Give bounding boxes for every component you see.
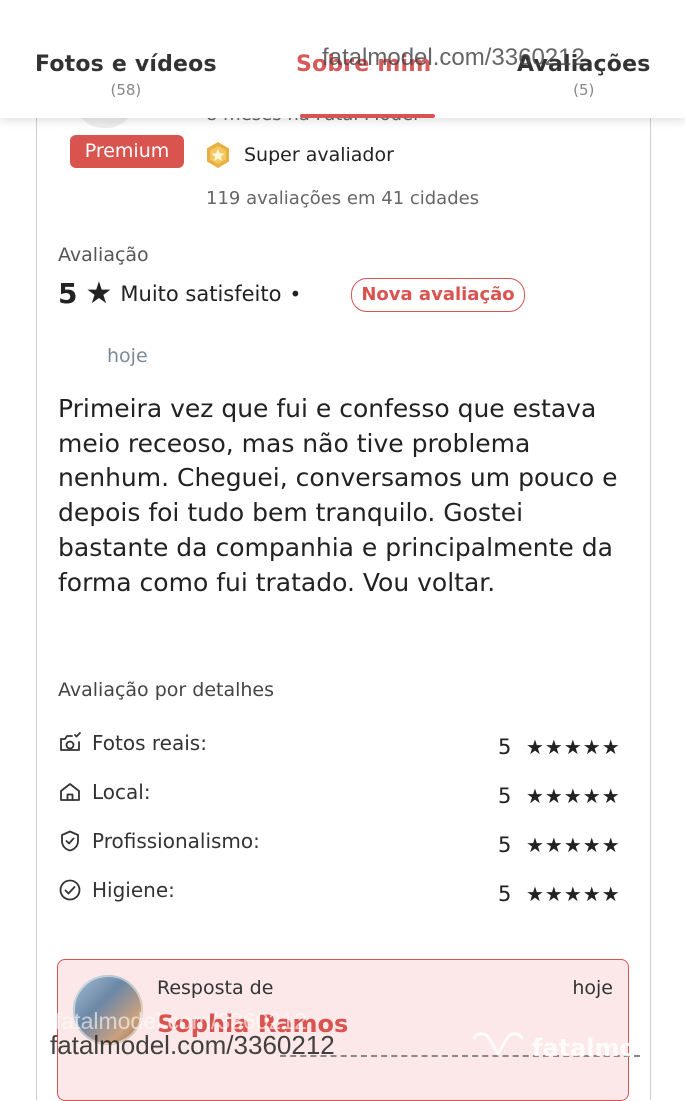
detail-label: Fotos reais: [92, 731, 207, 755]
medal-icon [204, 141, 232, 169]
active-tab-indicator [300, 114, 435, 118]
detail-label: Profissionalismo: [92, 829, 260, 853]
detail-score: 5 [498, 833, 512, 857]
tab-label: Fotos e vídeos [35, 52, 217, 77]
shield-check-icon [58, 829, 82, 853]
home-icon [58, 780, 82, 804]
check-circle-icon [58, 878, 82, 902]
super-reviewer-label: Super avaliador [244, 144, 394, 166]
reviewer-stats: 119 avaliações em 41 cidades [206, 188, 480, 209]
review-date: hoje [107, 345, 148, 367]
tab-label: Sobre mim [296, 52, 432, 77]
detail-stars: ★★★★★ [526, 882, 621, 906]
tab-label: Avaliações [517, 52, 651, 77]
detail-score: 5 [498, 882, 512, 906]
detail-score: 5 [498, 784, 512, 808]
new-review-tag: Nova avaliação [351, 278, 525, 312]
detail-score: 5 [498, 735, 512, 759]
detail-stars: ★★★★★ [526, 784, 621, 808]
tab-count: (5) [573, 81, 595, 99]
watermark-logo-text: fatalmo [532, 1034, 637, 1062]
detail-row-local: Local: 5 ★★★★★ [58, 780, 628, 810]
premium-badge: Premium [70, 135, 184, 168]
star-icon: ★ [85, 276, 113, 311]
detail-row-fotos-reais: Fotos reais: 5 ★★★★★ [58, 731, 628, 761]
rating-summary: 5 ★ Muito satisfeito • [58, 276, 309, 311]
detail-label: Higiene: [92, 878, 175, 902]
tab-sobre-mim[interactable]: Sobre mim [296, 52, 431, 77]
rating-section-label: Avaliação [58, 244, 149, 266]
detail-stars: ★★★★★ [526, 735, 621, 759]
response-time: hoje [572, 977, 613, 999]
watermark-logo: fatalmo [470, 1030, 636, 1066]
super-reviewer: Super avaliador [204, 141, 394, 169]
watermark-url-bottom: fatalmodel.com/3360212 [50, 1030, 335, 1060]
detail-row-higiene: Higiene: 5 ★★★★★ [58, 878, 628, 908]
detail-label: Local: [92, 780, 151, 804]
tab-fotos-videos[interactable]: Fotos e vídeos (58) [35, 52, 217, 99]
review-text: Primeira vez que fui e confesso que esta… [58, 394, 618, 597]
response-label: Resposta de [157, 977, 274, 999]
rating-text: Muito satisfeito [120, 281, 282, 306]
rating-score: 5 [58, 277, 78, 310]
separator-dot: • [289, 281, 302, 306]
detail-stars: ★★★★★ [526, 833, 621, 857]
tab-count: (58) [110, 81, 142, 99]
heart-icon [470, 1030, 526, 1066]
camera-icon [58, 731, 82, 755]
tab-avaliacoes[interactable]: Avaliações (5) [517, 52, 651, 99]
detail-row-profissionalismo: Profissionalismo: 5 ★★★★★ [58, 829, 628, 859]
tab-bar: Fotos e vídeos (58) Sobre mim Avaliações… [0, 0, 685, 118]
details-title: Avaliação por detalhes [58, 679, 275, 701]
